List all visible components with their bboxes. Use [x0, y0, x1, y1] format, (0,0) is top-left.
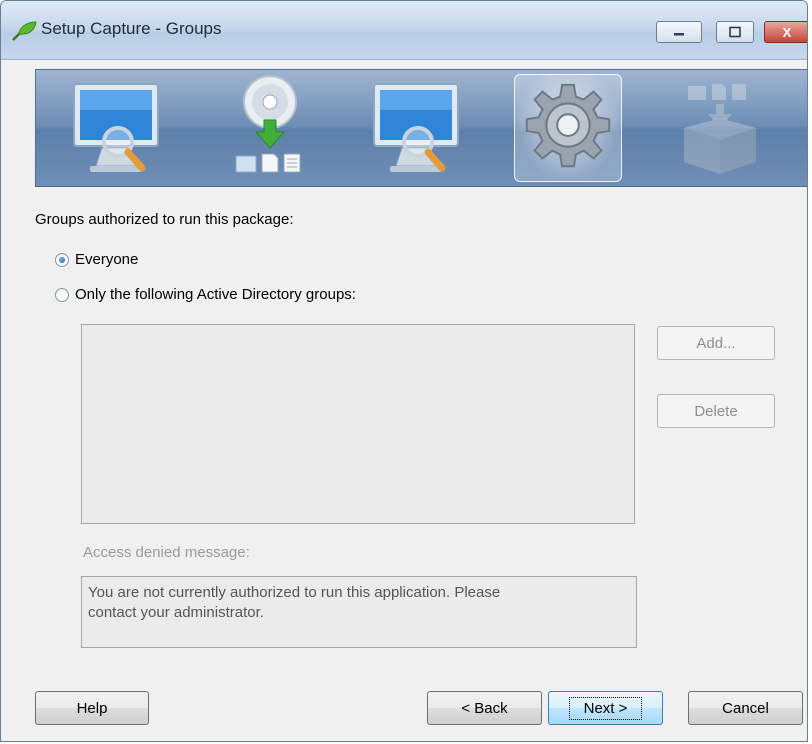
radio-everyone-label[interactable]: Everyone [75, 251, 138, 268]
back-button[interactable]: < Back [427, 691, 542, 725]
access-denied-message-line-2: contact your administrator. [88, 604, 264, 621]
radio-ad-groups-indicator[interactable] [55, 287, 69, 302]
next-button-label: Next > [568, 696, 643, 720]
close-icon: X [782, 24, 792, 40]
title-bar[interactable]: Setup Capture - Groups X [1, 1, 807, 60]
maximize-button[interactable] [716, 21, 754, 43]
access-denied-message-field[interactable]: You are not currently authorized to run … [81, 576, 637, 648]
disc-download-icon [235, 75, 301, 173]
wizard-step-4 [514, 74, 622, 182]
minimize-button[interactable] [656, 21, 702, 43]
app-leaf-icon [12, 21, 37, 41]
next-button[interactable]: Next > [548, 691, 663, 725]
groups-heading: Groups authorized to run this package: [35, 211, 294, 228]
package-box-icon [684, 84, 756, 174]
close-button[interactable]: X [764, 21, 807, 43]
window-title: Setup Capture - Groups [41, 19, 222, 38]
radio-everyone[interactable]: Everyone [55, 251, 138, 268]
maximize-icon [729, 26, 741, 38]
monitor-magnifier-icon [373, 83, 459, 172]
wizard-step-2 [216, 74, 324, 182]
wizard-step-3 [366, 74, 474, 182]
add-group-button[interactable]: Add... [657, 326, 775, 360]
gear-icon [525, 83, 611, 168]
monitor-magnifier-icon [73, 83, 159, 172]
access-denied-message-line-1: You are not currently authorized to run … [88, 584, 501, 601]
help-button[interactable]: Help [35, 691, 149, 725]
radio-everyone-indicator[interactable] [55, 252, 69, 267]
radio-ad-groups-label[interactable]: Only the following Active Directory grou… [75, 286, 356, 303]
setup-capture-window: Setup Capture - Groups X Groups authoriz… [0, 0, 808, 742]
wizard-step-5 [666, 74, 774, 182]
wizard-step-1 [66, 74, 174, 182]
minimize-icon [674, 33, 684, 36]
delete-group-button[interactable]: Delete [657, 394, 775, 428]
wizard-steps-banner [35, 69, 807, 187]
radio-ad-groups[interactable]: Only the following Active Directory grou… [55, 286, 356, 303]
ad-groups-list[interactable] [81, 324, 635, 524]
access-denied-label: Access denied message: [83, 544, 250, 561]
cancel-button[interactable]: Cancel [688, 691, 803, 725]
